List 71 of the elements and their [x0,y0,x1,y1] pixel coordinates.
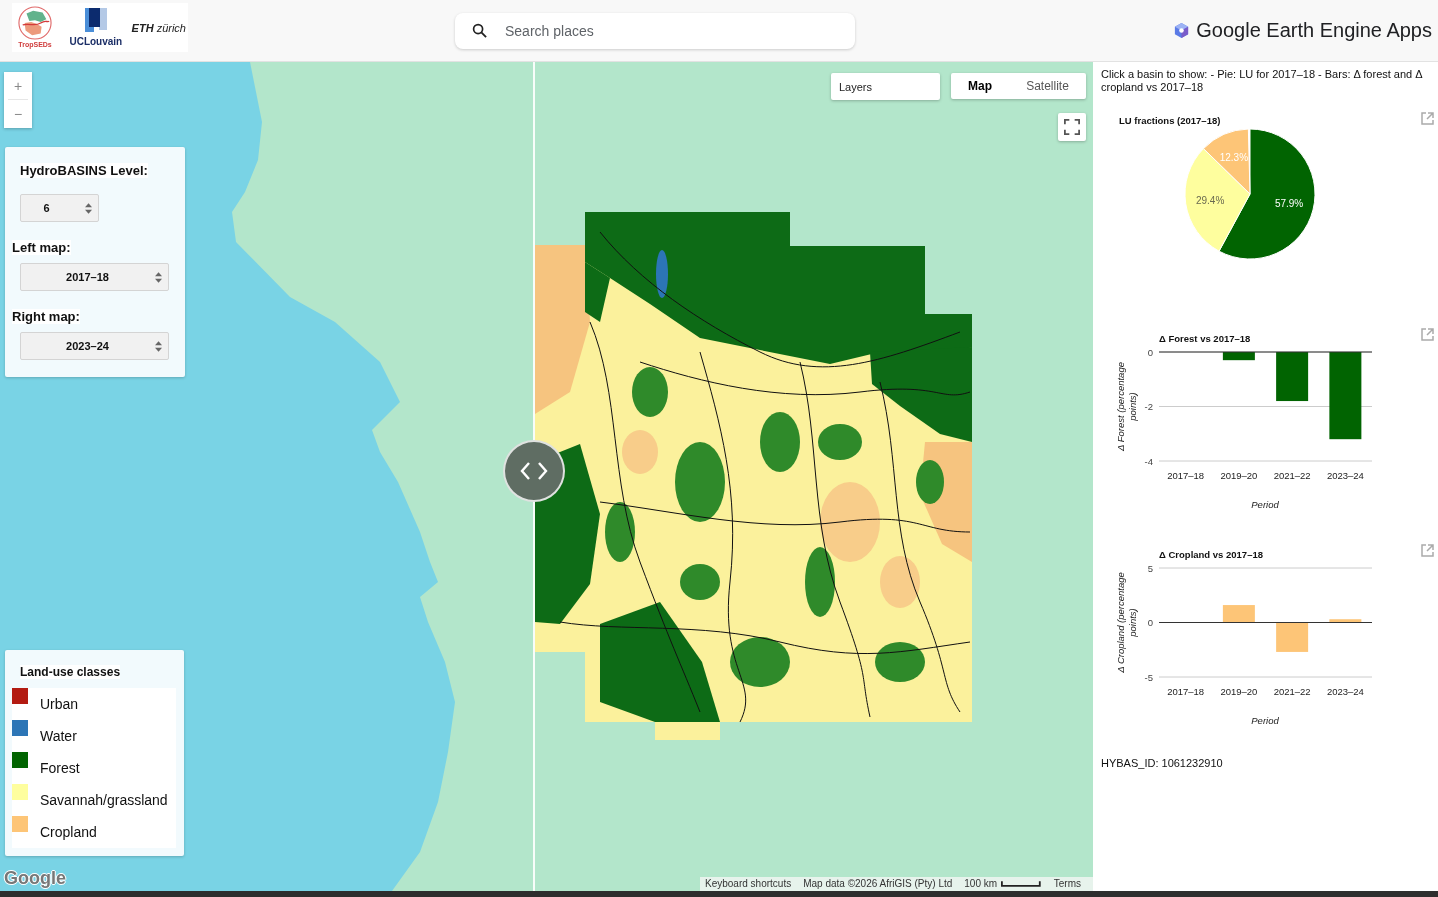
legend-label: Forest [40,760,80,776]
category-label: 2017–18 [1167,686,1205,697]
chart-title: LU fractions (2017–18) [1119,115,1221,126]
keyboard-shortcuts-link[interactable]: Keyboard shortcuts [705,878,792,890]
axis-tick-label: -4 [1144,455,1153,467]
y-axis-title: Δ Forest (percentage points) [1115,362,1138,451]
axis-tick-label: 0 [1147,346,1153,358]
legend-title: Land-use classes [20,665,121,679]
field-label: Right map: [12,309,80,324]
map-type-tab[interactable]: Satellite [1009,73,1086,99]
open-in-new-icon[interactable] [1421,544,1434,557]
hexagon-logo-icon [1173,22,1191,39]
bar [1276,622,1309,652]
bar [1276,352,1309,402]
zoom-out-button[interactable]: − [4,100,32,127]
scale-label: 100 km [964,878,998,890]
period-select[interactable]: 2017–18 [20,263,169,291]
axis-tick-label: -2 [1144,401,1153,412]
basin-id-text: HYBAS_ID: 1061232910 [1101,757,1224,770]
logo-wordmark: ETH zürich [131,21,186,34]
category-label: 2019–20 [1220,470,1258,481]
field-label: HydroBASINS Level: [20,163,148,178]
map-provider-logo: Google [4,868,66,888]
legend-label: Urban [40,696,79,712]
legend-label: Savannah/grassland [40,792,168,808]
logo-text: UCLouvain [69,35,123,48]
map-type-tab[interactable]: Map [951,73,1009,99]
zoom-in-button[interactable]: + [4,72,32,99]
slice-label: 12.3% [1219,151,1249,163]
spinner-arrows-icon [155,341,162,352]
category-label: 2023–24 [1326,686,1364,697]
slice-label: 29.4% [1196,194,1225,206]
category-label: 2021–22 [1273,470,1311,481]
map-emblem-icon [18,6,53,40]
intro-text: Click a basin to show: - Pie: LU for 2017–18 - Bars: Δ forest and Δ cropland vs 2017–18 [1100,68,1424,94]
x-axis-title: Period [1251,715,1279,726]
legend-label: Water [40,728,77,744]
left-right-chevrons-icon [520,462,548,480]
search-field[interactable]: Search places [455,12,855,49]
open-in-new-icon[interactable] [1421,112,1434,125]
category-label: 2017–18 [1167,470,1205,481]
map-data-text: Map data ©2026 AfriGIS (Pty) Ltd [803,878,953,890]
scale-bar-icon [1001,881,1041,887]
axis-tick-label: -5 [1144,671,1153,683]
layers-button[interactable]: Layers [831,73,940,100]
bar [1329,619,1362,623]
category-label: 2019–20 [1220,686,1258,697]
terms-link[interactable]: Terms [1053,878,1081,890]
x-axis-title: Period [1251,499,1279,510]
open-in-new-icon[interactable] [1421,328,1434,341]
field-label: Left map: [12,240,71,255]
legend-label: Cropland [40,824,97,840]
squares-emblem-icon [84,7,107,32]
category-label: 2023–24 [1326,470,1364,481]
bar [1222,605,1255,623]
axis-tick-label: 0 [1147,617,1153,628]
category-label: 2021–22 [1273,686,1311,697]
period-select[interactable]: 2023–24 [20,332,169,360]
axis-tick-label: 5 [1147,562,1153,574]
chart-title: Δ Forest vs 2017–18 [1159,333,1251,344]
level-select[interactable]: 6 [20,194,99,222]
search-icon [472,22,487,38]
fullscreen-icon [1064,119,1080,135]
y-axis-title: Δ Cropland (percentage points) [1115,572,1138,673]
app-title: Google Earth Engine Apps [1196,19,1432,42]
bar [1222,352,1255,361]
fullscreen-button[interactable] [1058,113,1086,141]
spinner-arrows-icon [155,272,162,283]
spinner-arrows-icon [85,203,92,214]
chart-title: Δ Cropland vs 2017–18 [1159,549,1263,560]
slice-label: 57.9% [1274,198,1304,210]
